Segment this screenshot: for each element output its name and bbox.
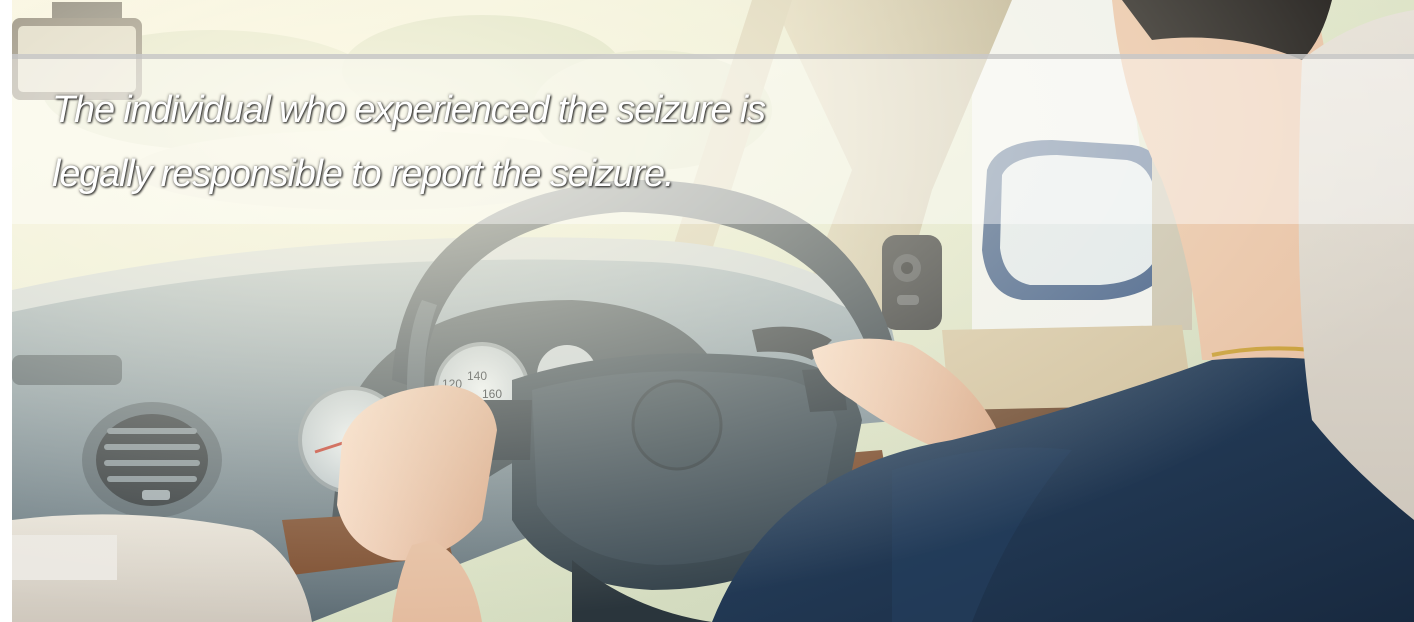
- caption-line: legally responsible to report the seizur…: [52, 153, 675, 195]
- caption-line: The individual who experienced the seizu…: [52, 89, 766, 131]
- caption: The individual who experienced the seizu…: [52, 78, 1012, 206]
- banner: 120 140 160: [0, 0, 1414, 622]
